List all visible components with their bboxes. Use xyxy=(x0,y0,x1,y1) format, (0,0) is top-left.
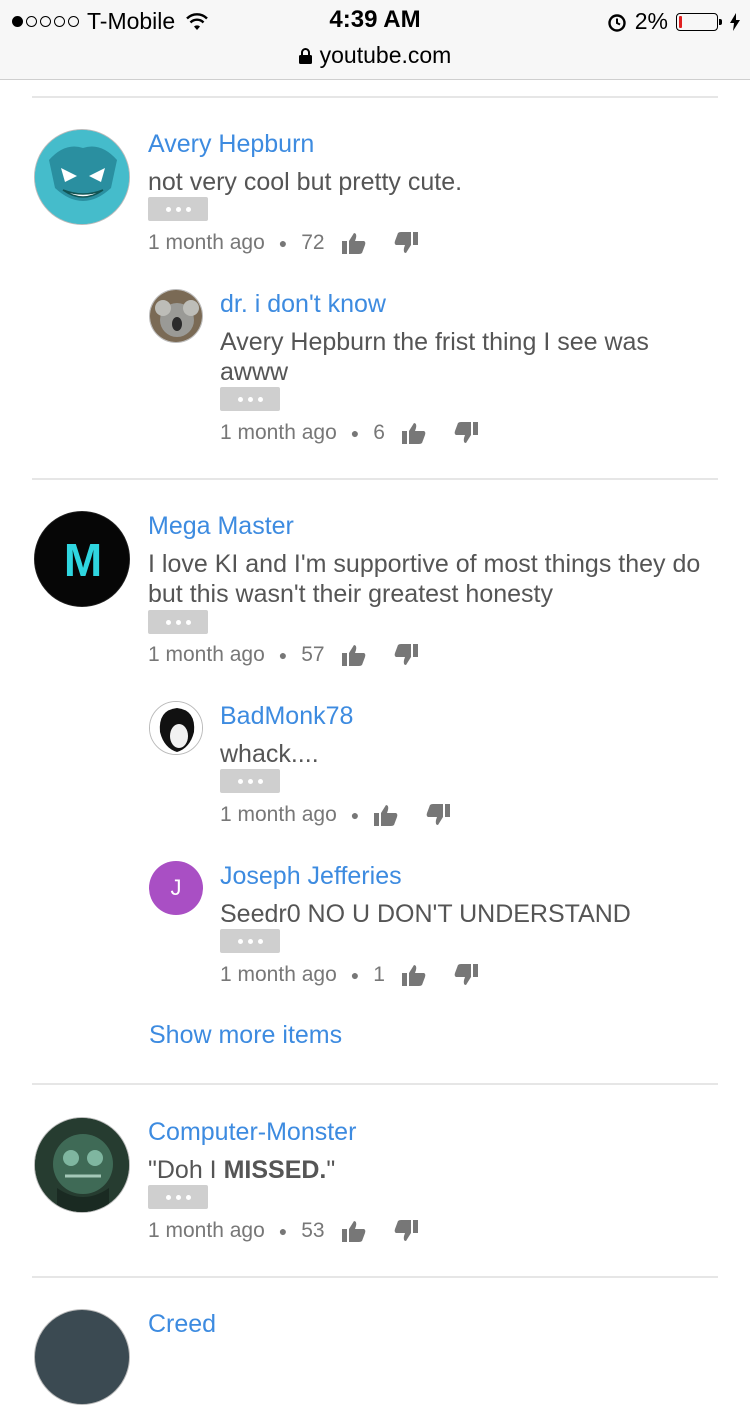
browser-top-bar: T-Mobile 4:39 AM 2% youtube.com xyxy=(0,0,750,80)
more-options-button[interactable] xyxy=(220,387,280,411)
battery-icon xyxy=(676,12,722,31)
comment-meta: 1 month ago ● 57 xyxy=(148,643,419,667)
status-right: 2% xyxy=(607,8,740,35)
thumbs-up-icon[interactable] xyxy=(401,421,427,445)
like-count: 72 xyxy=(301,231,325,254)
reply-text: Avery Hepburn the frist thing I see was … xyxy=(220,328,649,386)
avatar-letter: M xyxy=(64,534,102,586)
avatar[interactable] xyxy=(149,289,203,343)
reply-author[interactable]: dr. i don't know xyxy=(220,290,386,319)
comment-author[interactable]: Computer-Monster xyxy=(148,1118,356,1147)
divider xyxy=(32,478,718,480)
like-count: 53 xyxy=(301,1219,325,1242)
reply-text: whack.... xyxy=(220,740,319,768)
avatar[interactable] xyxy=(34,129,130,225)
thumbs-up-icon[interactable] xyxy=(373,803,399,827)
reply-text: Seedr0 NO U DON'T UNDERSTAND xyxy=(220,900,631,928)
like-count: 6 xyxy=(373,421,385,444)
thumbs-down-icon[interactable] xyxy=(393,231,419,255)
comment-meta: 1 month ago ● 53 xyxy=(148,1219,419,1243)
avatar[interactable] xyxy=(34,1117,130,1213)
reply-author[interactable]: BadMonk78 xyxy=(220,702,353,731)
comment-author[interactable]: Avery Hepburn xyxy=(148,130,314,159)
alarm-icon xyxy=(608,13,626,32)
divider xyxy=(32,1276,718,1278)
more-options-button[interactable] xyxy=(148,610,208,634)
more-options-button[interactable] xyxy=(148,197,208,221)
thumbs-up-icon[interactable] xyxy=(341,231,367,255)
battery-percent: 2% xyxy=(634,8,668,34)
comment-text: I love KI and I'm supportive of most thi… xyxy=(148,550,701,608)
avatar-letter: J xyxy=(170,875,182,900)
avatar[interactable] xyxy=(149,701,203,755)
like-count: 57 xyxy=(301,643,325,666)
reply-author[interactable]: Joseph Jefferies xyxy=(220,862,402,891)
thumbs-up-icon[interactable] xyxy=(341,643,367,667)
thumbs-down-icon[interactable] xyxy=(393,1219,419,1243)
url-bar[interactable]: youtube.com xyxy=(0,42,750,69)
avatar[interactable]: M xyxy=(34,511,130,607)
thumbs-up-icon[interactable] xyxy=(401,963,427,987)
reply-meta: 1 month ago ● xyxy=(220,803,451,827)
avatar[interactable] xyxy=(34,1309,130,1405)
bolt-icon xyxy=(730,12,740,31)
divider xyxy=(32,1083,718,1085)
lock-icon xyxy=(298,47,312,64)
comment-time: 1 month ago xyxy=(148,643,265,666)
thumbs-down-icon[interactable] xyxy=(393,643,419,667)
comment-author[interactable]: Mega Master xyxy=(148,512,294,541)
thumbs-down-icon[interactable] xyxy=(453,963,479,987)
thumbs-up-icon[interactable] xyxy=(341,1219,367,1243)
like-count: 1 xyxy=(373,963,385,986)
comment-time: 1 month ago xyxy=(148,1219,265,1242)
avatar[interactable]: J xyxy=(149,861,203,915)
comment-text: not very cool but pretty cute. xyxy=(148,168,463,196)
reply-time: 1 month ago xyxy=(220,803,337,826)
comment-time: 1 month ago xyxy=(148,231,265,254)
reply-time: 1 month ago xyxy=(220,963,337,986)
divider xyxy=(32,96,718,98)
comment-text: "Doh I MISSED." xyxy=(148,1156,336,1184)
url-domain: youtube.com xyxy=(319,42,452,68)
thumbs-down-icon[interactable] xyxy=(425,803,451,827)
reply-time: 1 month ago xyxy=(220,421,337,444)
more-options-button[interactable] xyxy=(220,929,280,953)
thumbs-down-icon[interactable] xyxy=(453,421,479,445)
more-options-button[interactable] xyxy=(220,769,280,793)
reply-meta: 1 month ago ● 1 xyxy=(220,963,479,987)
more-options-button[interactable] xyxy=(148,1185,208,1209)
comment-author[interactable]: Creed xyxy=(148,1310,216,1339)
comment-meta: 1 month ago ● 72 xyxy=(148,231,419,255)
reply-meta: 1 month ago ● 6 xyxy=(220,421,479,445)
show-more-button[interactable]: Show more items xyxy=(149,1021,342,1050)
